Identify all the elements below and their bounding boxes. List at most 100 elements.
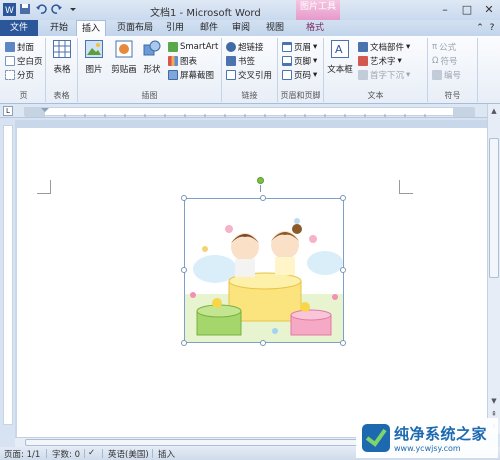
- status-language[interactable]: 英语(美国): [108, 448, 149, 460]
- cover-page-button[interactable]: 封面: [5, 40, 34, 53]
- vertical-scrollbar[interactable]: ▲ ▼ ⇞ ⇟: [487, 104, 500, 434]
- vertical-ruler[interactable]: [3, 125, 13, 425]
- customize-toolbar-icon[interactable]: [66, 2, 80, 16]
- tab-review[interactable]: 审阅: [228, 20, 254, 36]
- header-button[interactable]: 页眉 ▾: [282, 40, 317, 53]
- status-insert-mode[interactable]: 插入: [158, 448, 175, 460]
- wordart-button[interactable]: 艺术字 ▾: [358, 54, 402, 67]
- page-number-button[interactable]: 页码 ▾: [282, 68, 317, 81]
- margin-mark-top-right: [399, 180, 413, 194]
- vertical-scroll-thumb[interactable]: [489, 138, 499, 278]
- ruler-scale[interactable]: [24, 107, 475, 117]
- rotate-connector: [260, 185, 261, 192]
- undo-icon[interactable]: [34, 2, 48, 16]
- resize-handle-top-left[interactable]: [181, 195, 187, 201]
- minimize-button[interactable]: –: [434, 0, 456, 18]
- equation-button[interactable]: π 公式: [432, 40, 456, 53]
- resize-handle-bottom-right[interactable]: [340, 340, 346, 346]
- group-label-symbols: 符号: [444, 91, 461, 100]
- dropdown-arrow-icon: ▾: [406, 41, 411, 52]
- tab-home[interactable]: 开始: [44, 20, 74, 36]
- tab-mailings[interactable]: 邮件: [196, 20, 222, 36]
- table-button[interactable]: 表格: [50, 40, 74, 75]
- svg-text:A: A: [335, 43, 343, 56]
- dropdown-arrow-icon: ▾: [313, 41, 318, 52]
- dropdown-arrow-icon: ▾: [313, 69, 318, 80]
- tab-insert[interactable]: 插入: [76, 20, 106, 36]
- resize-handle-bottom[interactable]: [260, 340, 266, 346]
- page-break-icon: [5, 69, 15, 80]
- scroll-up-button[interactable]: ▲: [489, 106, 499, 116]
- resize-handle-top[interactable]: [260, 195, 266, 201]
- maximize-icon: □: [461, 2, 473, 16]
- group-pages: 封面 空白页 分页 页: [2, 38, 46, 102]
- header-icon: [282, 41, 292, 52]
- quick-parts-icon: [358, 41, 368, 52]
- status-divider: [102, 449, 103, 458]
- scroll-down-button[interactable]: ▼: [489, 396, 499, 406]
- pi-icon: π: [432, 41, 438, 52]
- tab-format[interactable]: 格式: [300, 20, 330, 36]
- group-label-tables: 表格: [53, 91, 70, 100]
- minimize-ribbon-button[interactable]: ⌃: [474, 20, 486, 36]
- clipart-button[interactable]: 剪贴画: [110, 40, 138, 75]
- smartart-button[interactable]: SmartArt: [168, 40, 218, 53]
- tab-references[interactable]: 引用: [162, 20, 188, 36]
- shapes-icon: [143, 40, 161, 60]
- chart-button[interactable]: 图表: [168, 54, 197, 67]
- omega-icon: Ω: [432, 55, 439, 66]
- numbering-button[interactable]: 编号: [432, 68, 461, 81]
- table-icon: [53, 40, 71, 60]
- blank-page-button[interactable]: 空白页: [5, 54, 43, 67]
- svg-text:W: W: [5, 6, 14, 16]
- picture-button[interactable]: 图片: [82, 40, 106, 75]
- tab-view[interactable]: 视图: [262, 20, 288, 36]
- screenshot-button[interactable]: 屏幕截图: [168, 68, 214, 81]
- status-page-count[interactable]: 页面: 1/1: [4, 448, 40, 460]
- clipart-icon: [115, 40, 133, 60]
- tab-page-layout[interactable]: 页面布局: [112, 20, 158, 36]
- dropdown-arrow-icon: ▾: [406, 69, 411, 80]
- close-button[interactable]: ✕: [478, 0, 500, 18]
- status-word-count[interactable]: 字数: 0: [52, 448, 80, 460]
- inserted-picture[interactable]: [184, 198, 344, 343]
- horizontal-ruler: L: [0, 104, 500, 118]
- rotate-handle[interactable]: [257, 177, 264, 184]
- symbol-button[interactable]: Ω 符号: [432, 54, 458, 67]
- resize-handle-top-right[interactable]: [340, 195, 346, 201]
- smartart-icon: [168, 41, 178, 52]
- document-page[interactable]: [17, 128, 487, 438]
- bookmark-button[interactable]: 书签: [226, 54, 255, 67]
- quick-access-toolbar: W: [2, 2, 80, 16]
- double-up-icon: ⇞: [491, 410, 497, 418]
- window-title: 文档1 - Microsoft Word: [150, 8, 261, 19]
- quick-parts-button[interactable]: 文档部件 ▾: [358, 40, 410, 53]
- dropcap-button[interactable]: 首字下沉 ▾: [358, 68, 410, 81]
- status-divider: [152, 449, 153, 458]
- document-area: [15, 120, 487, 438]
- tab-file[interactable]: 文件: [0, 20, 38, 36]
- group-tables: 表格 表格: [46, 38, 78, 102]
- resize-handle-left[interactable]: [181, 267, 187, 273]
- group-label-links: 链接: [241, 91, 258, 100]
- cross-reference-button[interactable]: 交叉引用: [226, 68, 272, 81]
- status-divider: [84, 449, 85, 458]
- hyperlink-button[interactable]: 超链接: [226, 40, 264, 53]
- save-icon[interactable]: [18, 2, 32, 16]
- proofing-icon[interactable]: ✓: [88, 448, 95, 458]
- footer-icon: [282, 55, 292, 66]
- group-label-illustrations: 插图: [141, 91, 158, 100]
- textbox-button[interactable]: A 文本框: [326, 40, 354, 75]
- status-divider: [46, 449, 47, 458]
- tab-selector[interactable]: L: [3, 106, 13, 116]
- footer-button[interactable]: 页脚 ▾: [282, 54, 317, 67]
- group-label-text: 文本: [367, 91, 384, 100]
- resize-handle-bottom-left[interactable]: [181, 340, 187, 346]
- redo-icon[interactable]: [50, 2, 64, 16]
- page-break-button[interactable]: 分页: [5, 68, 34, 81]
- resize-handle-right[interactable]: [340, 267, 346, 273]
- children-cartoon-illustration: [185, 199, 343, 342]
- help-button[interactable]: ?: [486, 20, 498, 36]
- shapes-button[interactable]: 形状: [140, 40, 164, 75]
- maximize-button[interactable]: □: [456, 0, 478, 18]
